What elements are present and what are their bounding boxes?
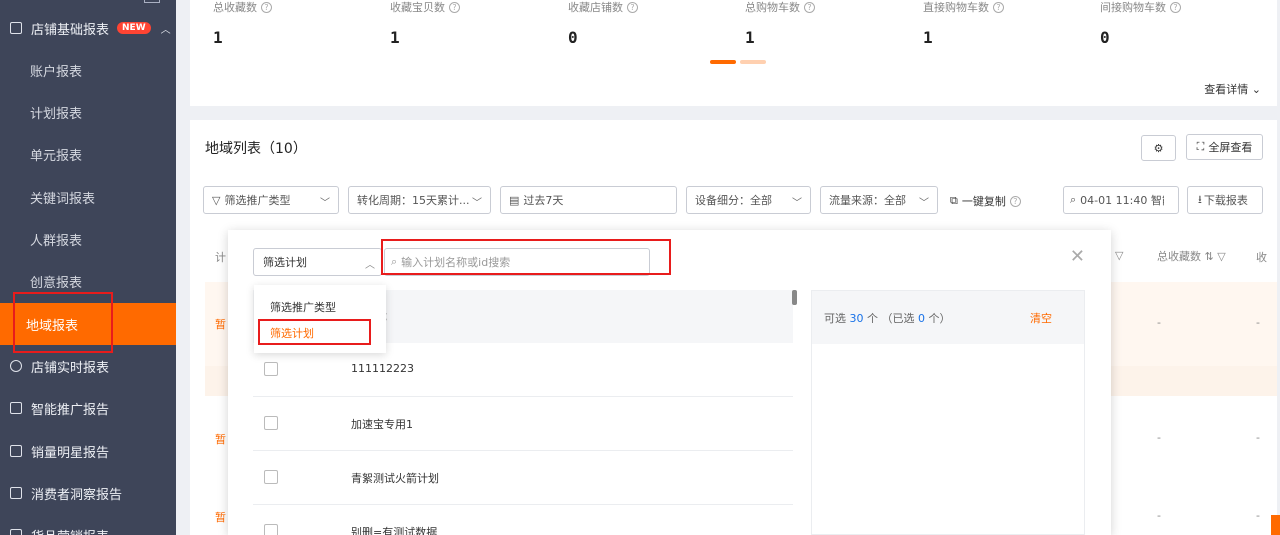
promo-type-select[interactable]: ▽ 筛选推广类型 ﹀ <box>203 186 339 214</box>
report-icon <box>10 445 22 457</box>
filter-icon: ▽ <box>212 193 221 207</box>
help-icon[interactable]: ? <box>993 1 1004 13</box>
chevron-up-icon: ︿ <box>160 24 171 36</box>
sidebar-item-crowd[interactable]: 人群报表 <box>0 218 176 260</box>
plan-filter-type-select[interactable]: 筛选计划 ︿ <box>253 248 382 276</box>
report-icon <box>10 529 22 535</box>
conversion-period-select[interactable]: 转化周期：15天累计... ﹀ <box>348 186 491 214</box>
date-range-picker[interactable]: ▤ 过去7天 <box>500 186 677 214</box>
list-item[interactable]: 青絮测试火箭计划 <box>253 451 793 505</box>
sidebar-item-keyword[interactable]: 关键词报表 <box>0 176 176 218</box>
list-item[interactable]: 加速宝专用1 <box>253 397 793 451</box>
plan-filter-panel: 筛选计划 ︿ ⌕ 输入计划名称或id搜索 ✕ 称 111112223 加速宝专用… <box>228 230 1111 535</box>
settings-button[interactable]: ⚙ <box>1141 135 1176 161</box>
report-icon <box>10 402 22 414</box>
device-select[interactable]: 设备细分：全部 ﹀ <box>686 186 811 214</box>
traffic-source-select[interactable]: 流量来源：全部 ﹀ <box>820 186 938 214</box>
calendar-icon: ▤ <box>509 193 520 207</box>
chevron-down-icon: ⌄ <box>1251 83 1261 96</box>
view-detail-link[interactable]: 查看详情 ⌄ <box>1204 81 1261 97</box>
chevron-down-icon: ﹀ <box>792 198 802 209</box>
option-promo-type[interactable]: 筛选推广类型 <box>270 299 336 315</box>
checkbox[interactable] <box>264 524 278 535</box>
table-cell-value: - <box>1256 431 1260 444</box>
edge-tab <box>1271 515 1280 535</box>
chevron-down-icon: ﹀ <box>472 198 482 209</box>
chevron-down-icon: ﹀ <box>919 198 929 209</box>
table-cell-value: - <box>1256 316 1260 329</box>
carousel-dot[interactable] <box>740 60 766 64</box>
help-icon[interactable]: ? <box>804 1 815 13</box>
sidebar-section-label: 店铺基础报表 <box>31 22 110 38</box>
stat-fav-shop: 收藏店铺数? 0 <box>568 0 638 47</box>
checkbox[interactable] <box>264 470 278 484</box>
table-header-total-fav[interactable]: 总收藏数 ⇅ ▽ <box>1157 248 1226 264</box>
list-item[interactable]: 别删=有测试数据 <box>253 505 793 535</box>
chevron-down-icon: ﹀ <box>320 198 330 209</box>
sidebar-item-smart-promo[interactable]: 智能推广报告 <box>0 387 176 429</box>
table-cell-status: 暂 <box>215 318 226 331</box>
stat-direct-cart: 直接购物车数? 1 <box>923 0 1004 47</box>
stats-card: 总收藏数? 1 收藏宝贝数? 1 收藏店铺数? 0 总购物车数? 1 直接购物车… <box>190 0 1277 106</box>
sidebar-item-sales-star[interactable]: 销量明星报告 <box>0 430 176 472</box>
sidebar-section-store-basic[interactable]: 店铺基础报表 NEW ︿ <box>0 7 176 49</box>
table-cell-value: - <box>1157 316 1161 329</box>
help-icon[interactable]: ? <box>627 1 638 13</box>
sidebar-item-consumer[interactable]: 消费者洞察报告 <box>0 472 176 514</box>
stat-total-fav: 总收藏数? 1 <box>213 0 272 47</box>
region-search-input[interactable]: ⌕ 04-01 11:40 智能 <box>1063 186 1179 214</box>
report-icon <box>10 487 22 499</box>
search-icon: ⌕ <box>1070 193 1077 206</box>
clear-button[interactable]: 清空 <box>1030 310 1052 326</box>
table-cell-status: 暂 <box>215 433 226 446</box>
clock-icon <box>10 360 22 372</box>
region-title: 地域列表（10） <box>205 141 307 157</box>
help-icon[interactable]: ? <box>449 1 460 13</box>
stat-fav-item: 收藏宝贝数? 1 <box>390 0 460 47</box>
checkbox[interactable] <box>264 362 278 376</box>
chevron-up-icon: ︿ <box>365 260 375 271</box>
highlight-box-sidebar <box>13 292 113 353</box>
table-cell-value: - <box>1256 509 1260 522</box>
table-cell-status: 暂 <box>215 511 226 524</box>
sidebar-item-goods[interactable]: 货品营销报表 <box>0 514 176 535</box>
copy-button[interactable]: ⧉ 一键复制 ? <box>950 193 1021 209</box>
sidebar-item-plan[interactable]: 计划报表 <box>0 91 176 133</box>
download-icon: ⭳ <box>1198 192 1202 206</box>
help-icon[interactable]: ? <box>1170 1 1181 13</box>
help-icon[interactable]: ? <box>1009 195 1021 207</box>
carousel-dot-active[interactable] <box>710 60 736 64</box>
new-badge: NEW <box>117 22 151 34</box>
gear-icon: ⚙ <box>1153 141 1164 155</box>
selected-plan-list: 可选 30 个 （已选 0 个） 清空 <box>811 290 1085 535</box>
sidebar-item-unit[interactable]: 单元报表 <box>0 133 176 175</box>
filter-icon[interactable]: ▽ <box>1115 249 1123 262</box>
table-header-partial: 收 <box>1256 251 1267 264</box>
highlight-box-search <box>381 239 671 275</box>
report-icon <box>10 22 22 34</box>
sidebar-item-account[interactable]: 账户报表 <box>0 49 176 91</box>
expand-icon: ⛶ <box>1196 140 1205 153</box>
scrollbar-thumb[interactable] <box>792 290 797 305</box>
copy-icon: ⧉ <box>950 194 958 207</box>
table-cell-value: - <box>1157 509 1161 522</box>
carousel-dots <box>710 60 766 64</box>
checkbox[interactable] <box>264 416 278 430</box>
download-report-button[interactable]: ⭳ 下载报表 <box>1187 186 1263 214</box>
help-icon[interactable]: ? <box>261 1 272 13</box>
highlight-box-option <box>258 319 371 345</box>
table-header-plan: 计 <box>215 251 226 264</box>
sidebar-top-edge <box>144 0 160 3</box>
stat-indirect-cart: 间接购物车数? 0 <box>1100 0 1181 47</box>
close-icon[interactable]: ✕ <box>1070 246 1085 267</box>
fullscreen-button[interactable]: ⛶ 全屏查看 <box>1186 134 1263 160</box>
stat-total-cart: 总购物车数? 1 <box>745 0 815 47</box>
selected-list-header: 可选 30 个 （已选 0 个） 清空 <box>812 291 1084 344</box>
table-cell-value: - <box>1157 431 1161 444</box>
sidebar: 店铺基础报表 NEW ︿ 账户报表 计划报表 单元报表 关键词报表 人群报表 创… <box>0 0 176 535</box>
